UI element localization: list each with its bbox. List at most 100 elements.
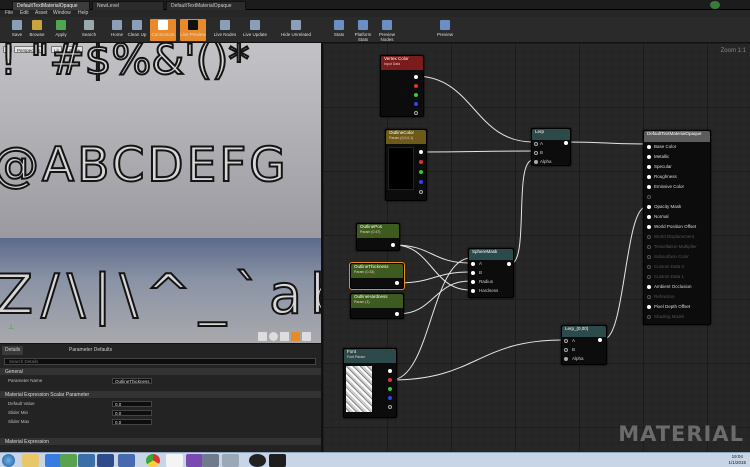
menu-help[interactable]: Help [78, 10, 88, 16]
teapot-shape-icon[interactable] [302, 332, 311, 341]
pin-dot[interactable] [414, 75, 418, 79]
app-gray-2-icon[interactable] [222, 454, 239, 467]
app-gray-icon[interactable] [202, 454, 219, 467]
section-scalar-parameter[interactable]: Material Expression Scalar Parameter [0, 391, 321, 398]
pin-dot[interactable] [647, 225, 651, 229]
pin-dot[interactable] [395, 281, 399, 285]
platform-stats-button[interactable]: Platform Stats [350, 19, 376, 42]
apply-button[interactable]: Apply [48, 19, 74, 41]
material-graph[interactable]: Zoom 1:1 Vertex Color Input Data OutlineCo… [323, 43, 750, 452]
pin-dot[interactable] [414, 84, 418, 88]
pin-dot[interactable] [647, 205, 651, 209]
pin-dot[interactable] [471, 289, 475, 293]
start-button[interactable] [2, 454, 15, 467]
pin-dot[interactable] [564, 348, 568, 352]
wire[interactable] [603, 206, 647, 340]
slider-max-field[interactable]: 0.0 [112, 419, 152, 425]
wire[interactable] [414, 75, 534, 143]
visual-studio-icon[interactable] [118, 454, 135, 467]
tab-parameter-defaults[interactable]: Parameter Defaults [66, 346, 115, 355]
pin-dot[interactable] [598, 338, 602, 342]
live-preview-button[interactable]: Live Preview [180, 19, 206, 41]
pin-dot[interactable] [419, 150, 423, 154]
wire[interactable] [390, 339, 564, 381]
pin-dot[interactable] [647, 145, 651, 149]
node-outline-pos[interactable]: OutlinePos Param (0.47) [356, 223, 400, 251]
node-lerp-b[interactable]: Lerp_(0,00) A B Alpha [561, 325, 607, 365]
system-clock[interactable]: 19:04 1/1/2015 [728, 454, 746, 466]
app-green-icon[interactable] [60, 454, 77, 467]
section-general[interactable]: General [0, 368, 321, 375]
node-outline-color[interactable]: OutlineColor Param (0,0,0,1) [385, 129, 427, 201]
details-search-input[interactable] [4, 358, 316, 365]
pin-dot[interactable] [388, 387, 392, 391]
parameter-name-field[interactable]: OutlineThickness [112, 378, 152, 384]
wire[interactable] [397, 271, 471, 284]
pin-dot[interactable] [647, 235, 651, 239]
pin-dot[interactable] [419, 170, 423, 174]
preview-nodes-button[interactable]: Preview Nodes [374, 19, 400, 42]
cube-shape-icon[interactable] [291, 332, 300, 341]
pin-dot[interactable] [388, 396, 392, 400]
node-vertex-color[interactable]: Vertex Color Input Data [380, 55, 424, 117]
pin-dot[interactable] [534, 142, 538, 146]
document-icon[interactable] [166, 454, 183, 467]
pin-dot[interactable] [647, 275, 651, 279]
pin-dot[interactable] [647, 265, 651, 269]
pin-dot[interactable] [647, 255, 651, 259]
menu-asset[interactable]: Asset [35, 10, 48, 16]
app-purple-icon[interactable] [186, 454, 203, 467]
live-update-button[interactable]: Live Update [242, 19, 268, 41]
folder-icon[interactable] [22, 454, 39, 467]
pin-dot[interactable] [647, 155, 651, 159]
pin-dot[interactable] [419, 190, 423, 194]
slider-min-field[interactable]: 0.0 [112, 410, 152, 416]
app-blue-icon[interactable] [78, 454, 95, 467]
pin-dot[interactable] [647, 295, 651, 299]
node-result[interactable]: DefaultTextMaterialOpaque Base Color Metal… [643, 130, 711, 325]
pin-dot[interactable] [564, 357, 568, 361]
search-button[interactable]: Search [76, 19, 102, 41]
pin-dot[interactable] [647, 175, 651, 179]
menu-edit[interactable]: Edit [20, 10, 29, 16]
pin-dot[interactable] [564, 339, 568, 343]
pin-dot[interactable] [471, 271, 475, 275]
pin-dot[interactable] [388, 405, 392, 409]
pin-dot[interactable] [414, 102, 418, 106]
pin-dot[interactable] [647, 285, 651, 289]
pin-dot[interactable] [388, 378, 392, 382]
cylinder-shape-icon[interactable] [258, 332, 267, 341]
pin-dot[interactable] [647, 305, 651, 309]
powershell-icon[interactable] [97, 454, 114, 467]
preview-viewport[interactable]: ▾ Perspective Lit Show ! "#$%&'()* @ABCD… [0, 43, 321, 343]
menu-window[interactable]: Window [53, 10, 71, 16]
browse-button[interactable]: Browse [24, 19, 50, 41]
tab-material-editor-2[interactable]: DefaultTextMaterialOpaque [166, 1, 246, 10]
wire[interactable] [393, 244, 471, 264]
pin-dot[interactable] [647, 215, 651, 219]
tab-level[interactable]: NewLevel [92, 1, 164, 10]
plane-shape-icon[interactable] [280, 332, 289, 341]
node-lerp[interactable]: Lerp A B Alpha [531, 128, 571, 166]
wire[interactable] [419, 150, 534, 153]
unreal-engine-icon[interactable] [249, 454, 266, 467]
pin-dot[interactable] [388, 369, 392, 373]
pin-dot[interactable] [647, 245, 651, 249]
wire[interactable] [566, 141, 647, 145]
pin-dot[interactable] [647, 185, 651, 189]
pin-dot[interactable] [395, 312, 399, 316]
pin-dot[interactable] [647, 165, 651, 169]
pin-dot[interactable] [419, 180, 423, 184]
live-nodes-button[interactable]: Live Nodes [212, 19, 238, 41]
sphere-shape-icon[interactable] [269, 332, 278, 341]
menu-file[interactable]: File [5, 10, 13, 16]
pin-dot[interactable] [471, 262, 475, 266]
connectors-button[interactable]: Connectors [150, 19, 176, 41]
pin-dot[interactable] [414, 111, 418, 115]
node-outline-thickness[interactable]: OutlineThickness Param (0.33) [349, 262, 405, 290]
stats-button[interactable]: Stats [326, 19, 352, 41]
pin-dot[interactable] [471, 280, 475, 284]
hide-unrelated-button[interactable]: Hide Unrelated [274, 19, 318, 41]
clean-up-button[interactable]: Clean Up [124, 19, 150, 41]
chrome-icon[interactable] [146, 454, 160, 467]
